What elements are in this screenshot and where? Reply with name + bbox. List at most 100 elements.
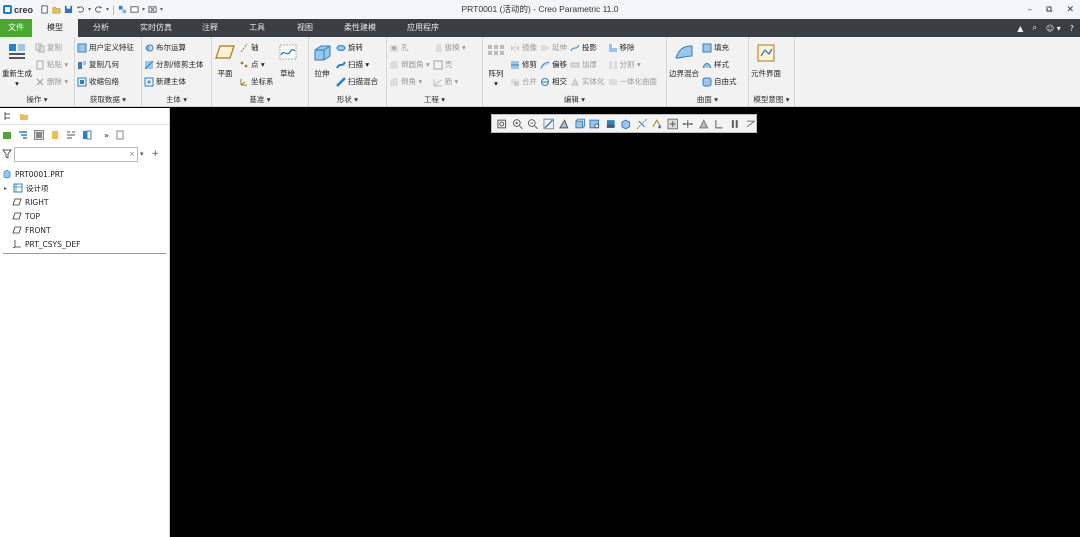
mirror-button[interactable]: 镜像 <box>510 41 537 54</box>
repaint-icon[interactable] <box>543 118 555 130</box>
insert-here-marker[interactable] <box>3 253 166 254</box>
tree-settings-icon[interactable] <box>66 130 76 140</box>
tree-root-part[interactable]: PRT0001.PRT <box>0 167 169 181</box>
group-label-datum[interactable]: 基准 ▾ <box>212 94 308 105</box>
windows-dropdown-icon[interactable]: ▾ <box>142 6 145 13</box>
new-file-icon[interactable] <box>40 5 49 14</box>
freestyle-button[interactable]: 自由式 <box>702 75 737 88</box>
spin-center-icon[interactable] <box>667 118 679 130</box>
tree-node-top[interactable]: TOP <box>0 209 169 223</box>
group-label-operations[interactable]: 操作 ▾ <box>0 94 74 105</box>
rotate-icon[interactable] <box>745 118 757 130</box>
undo-icon[interactable] <box>76 5 85 14</box>
project-button[interactable]: 投影 <box>570 41 605 54</box>
expand-arrow-icon[interactable]: ▸ <box>4 185 10 192</box>
section-icon[interactable] <box>620 118 632 130</box>
close-button[interactable]: ✕ <box>1066 5 1074 15</box>
display-style-icon[interactable] <box>605 118 617 130</box>
pattern-dropdown-icon[interactable]: ▾ <box>494 79 498 88</box>
group-label-model-intent[interactable]: 模型意图 ▾ <box>749 94 794 105</box>
minimize-button[interactable]: – <box>1028 5 1033 15</box>
trim-button[interactable]: 修剪 <box>510 58 537 71</box>
tab-flexible-modeling[interactable]: 柔性建模 <box>328 19 392 37</box>
more-chevron-icon[interactable]: » <box>104 131 109 140</box>
graphics-window[interactable] <box>171 108 1080 537</box>
rib-button[interactable]: 筋 ▾ <box>433 75 466 88</box>
round-button[interactable]: 倒圆角 ▾ <box>389 58 430 71</box>
saved-orientations-icon[interactable] <box>574 118 586 130</box>
qat-customize-icon[interactable]: ▾ <box>160 6 163 13</box>
group-label-surfaces[interactable]: 曲面 ▾ <box>667 94 748 105</box>
tab-analysis[interactable]: 分析 <box>78 19 124 37</box>
save-icon[interactable] <box>64 5 73 14</box>
zoom-in-icon[interactable] <box>512 118 524 130</box>
csys-button[interactable]: 坐标系 <box>239 75 274 88</box>
tree-filters-icon[interactable] <box>18 130 28 140</box>
shrinkwrap-button[interactable]: 收缩包络 <box>77 75 134 88</box>
extend-button[interactable]: 延伸 <box>540 41 567 54</box>
show-icon[interactable] <box>82 130 92 140</box>
point-button[interactable]: 点 ▾ <box>239 58 274 71</box>
perspective-icon[interactable] <box>558 118 570 130</box>
undo-dropdown-icon[interactable]: ▾ <box>88 6 91 13</box>
unify-surfaces-button[interactable]: 一体化曲面 <box>608 75 657 88</box>
solidify-button[interactable]: 实体化 <box>570 75 605 88</box>
remove-button[interactable]: 移除 <box>608 41 658 54</box>
point-display-icon[interactable] <box>698 118 710 130</box>
clear-search-icon[interactable]: × <box>129 148 135 161</box>
pause-icon[interactable] <box>729 118 741 130</box>
style-button[interactable]: 样式 <box>702 58 737 71</box>
paste-button[interactable]: 粘贴 ▾ <box>35 58 68 71</box>
regenerate-icon[interactable] <box>118 5 127 14</box>
model-tree-tab-icon[interactable] <box>3 111 13 121</box>
group-label-get-data[interactable]: 获取数据 ▾ <box>75 94 141 105</box>
open-folder-icon[interactable] <box>52 5 61 14</box>
minimize-ribbon-icon[interactable]: ▲ <box>1017 24 1023 33</box>
tab-file[interactable]: 文件 <box>0 19 32 37</box>
tab-annotate[interactable]: 注释 <box>188 19 232 37</box>
windows-icon[interactable] <box>130 5 139 14</box>
split-trim-body-button[interactable]: 分割/修剪主体 <box>144 58 204 71</box>
swept-blend-button[interactable]: 扫描混合 <box>336 75 378 88</box>
tab-applications[interactable]: 应用程序 <box>392 19 454 37</box>
search-icon[interactable]: ⌕ <box>1032 23 1036 33</box>
fill-button[interactable]: 填充 <box>702 41 737 54</box>
new-body-button[interactable]: 新建主体 <box>144 75 204 88</box>
draft-button[interactable]: 拔模 ▾ <box>433 41 466 54</box>
group-label-editing[interactable]: 编辑 ▾ <box>483 94 666 105</box>
copy-button[interactable]: 复制 <box>35 41 68 54</box>
named-views-icon[interactable] <box>589 118 601 130</box>
tree-node-design-items[interactable]: ▸ 设计项 <box>0 181 169 195</box>
csys-display-icon[interactable] <box>713 118 725 130</box>
tab-model[interactable]: 模型 <box>32 19 78 37</box>
tab-tools[interactable]: 工具 <box>232 19 282 37</box>
boolean-button[interactable]: 布尔运算 <box>144 41 204 54</box>
sweep-button[interactable]: 扫描 ▾ <box>336 58 378 71</box>
folder-browser-tab-icon[interactable] <box>19 111 29 121</box>
split-button[interactable]: 分割 ▾ <box>608 58 658 71</box>
regenerate-dropdown-icon[interactable]: ▾ <box>15 79 19 88</box>
revolve-button[interactable]: 旋转 <box>336 41 378 54</box>
intersect-button[interactable]: 相交 <box>540 75 567 88</box>
chamfer-button[interactable]: 倒角 ▾ <box>389 75 430 88</box>
tree-columns-icon[interactable] <box>34 130 44 140</box>
axis-display-icon[interactable] <box>682 118 694 130</box>
user-icon[interactable]: ☺ ▾ <box>1046 24 1061 33</box>
udf-button[interactable]: 用户定义特征 <box>77 41 134 54</box>
annotation-display-icon[interactable] <box>651 118 663 130</box>
tree-preview-icon[interactable] <box>115 130 125 140</box>
delete-button[interactable]: 删除 ▾ <box>35 75 68 88</box>
merge-button[interactable]: 合并 <box>510 75 537 88</box>
refit-icon[interactable] <box>496 118 508 130</box>
group-label-shapes[interactable]: 形状 ▾ <box>309 94 386 105</box>
help-icon[interactable]: ? <box>1070 24 1074 33</box>
tree-node-right[interactable]: RIGHT <box>0 195 169 209</box>
tab-view[interactable]: 视图 <box>282 19 328 37</box>
tree-node-front[interactable]: FRONT <box>0 223 169 237</box>
layer-tree-icon[interactable] <box>50 130 60 140</box>
add-filter-icon[interactable]: + <box>152 149 160 159</box>
redo-dropdown-icon[interactable]: ▾ <box>106 6 109 13</box>
datum-display-icon[interactable] <box>636 118 648 130</box>
filter-icon[interactable] <box>2 149 12 159</box>
shell-button[interactable]: 壳 <box>432 58 466 71</box>
